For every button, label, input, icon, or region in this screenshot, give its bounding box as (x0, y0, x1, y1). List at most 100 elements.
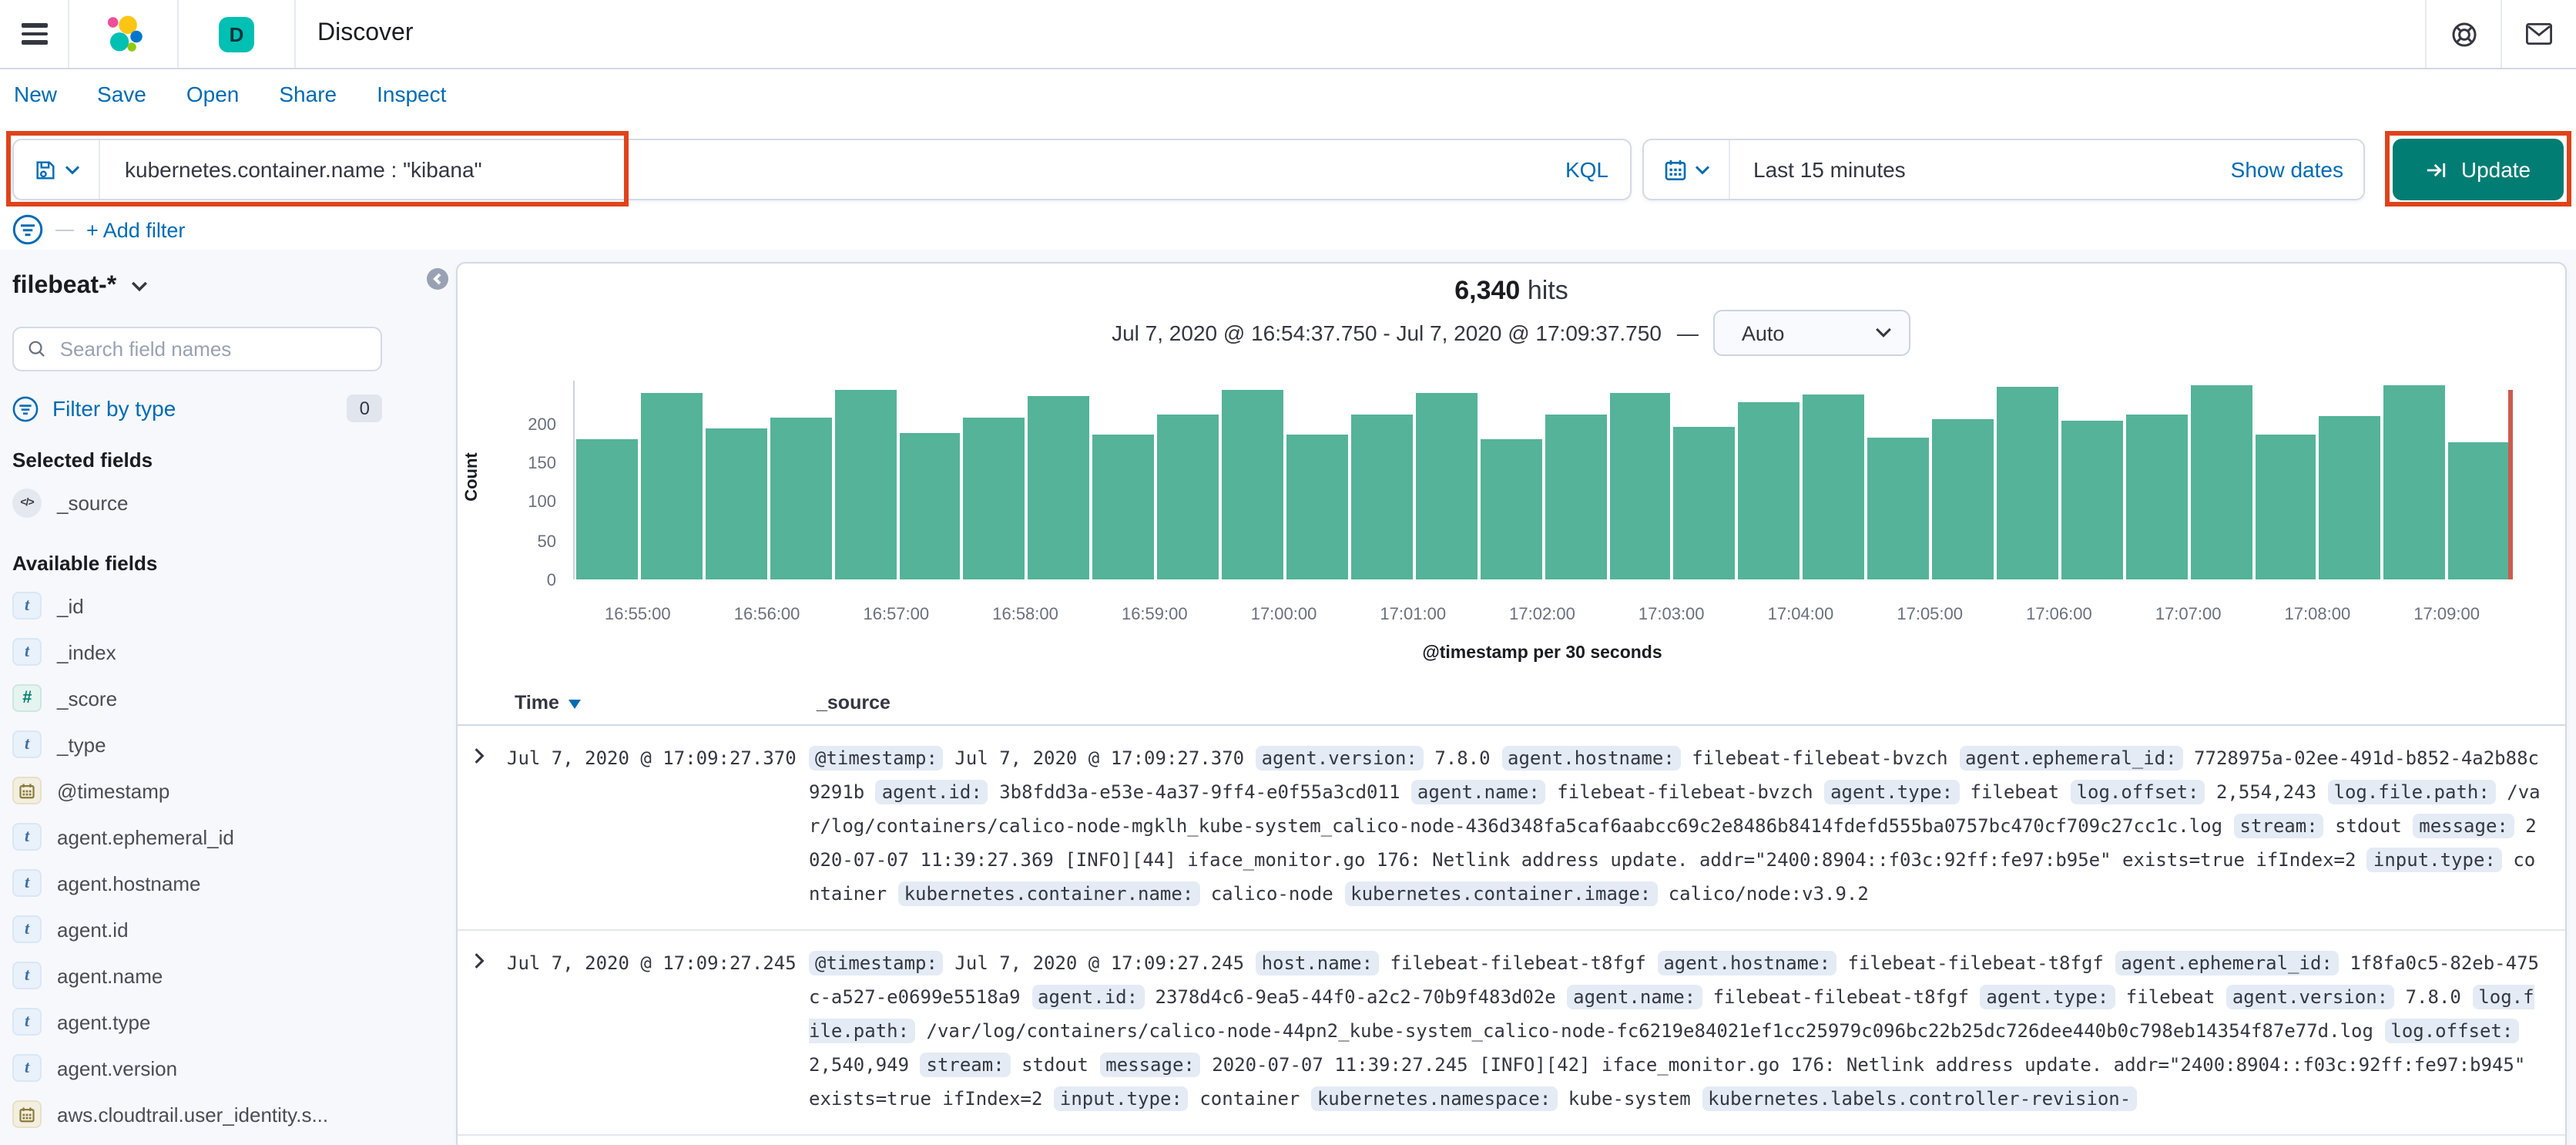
x-axis: 16:55:00 16:56:00 16:57:00 16:58:00 16:59:00… (573, 606, 2511, 627)
sort-desc-icon (568, 699, 581, 708)
string-field-icon: t (12, 730, 42, 758)
field-item-@timestamp[interactable]: @timestamp (12, 767, 438, 814)
histogram-bar (1480, 439, 1542, 579)
space-badge[interactable]: D (219, 16, 254, 52)
histogram-bar (1286, 435, 1348, 579)
field-item-aws.cloudtrail.user_identity.s...[interactable]: aws.cloudtrail.user_identity.s... (12, 1091, 438, 1137)
chevron-left-icon (433, 273, 441, 285)
number-field-icon: # (12, 684, 42, 712)
update-button[interactable]: Update (2393, 139, 2564, 200)
expand-row-button[interactable] (458, 946, 507, 1116)
field-item-agent.ephemeral_id[interactable]: t agent.ephemeral_id (12, 814, 438, 860)
field-item-_index[interactable]: t _index (12, 629, 438, 675)
filter-icon[interactable] (12, 214, 43, 245)
time-picker: Last 15 minutes Show dates (1642, 139, 2365, 200)
source-field-key: message: (2413, 814, 2514, 838)
selected-fields-list: </> _source (12, 479, 438, 525)
results-panel: 6,340 hits Jul 7, 2020 @ 16:54:37.750 - … (456, 262, 2567, 1145)
header-divider (177, 0, 179, 68)
fields-sidebar: filebeat-* Filter by type 0 Selected fie… (0, 250, 450, 1145)
time-range-value[interactable]: Last 15 minutes (1730, 157, 2231, 182)
filter-count-badge: 0 (347, 395, 382, 422)
x-tick-label: 17:07:00 (2155, 606, 2222, 624)
kibana-discover-app: D Discover New Save Open Share Inspect k… (0, 0, 2576, 1145)
elastic-logo[interactable] (69, 13, 177, 55)
field-item-_source[interactable]: </> _source (12, 479, 438, 525)
row-time: Jul 7, 2020 @ 17:09:27.370 (507, 747, 797, 769)
field-item-_type[interactable]: t _type (12, 721, 438, 767)
string-field-icon: t (12, 592, 42, 620)
nav-save[interactable]: Save (97, 82, 146, 106)
field-item-_id[interactable]: t _id (12, 583, 438, 629)
hits-count: 6,340 hits (1454, 276, 1568, 305)
search-input[interactable] (56, 336, 367, 362)
field-item-agent.name[interactable]: t agent.name (12, 952, 438, 999)
source-field-key: agent.version: (1255, 746, 1424, 771)
source-field-key: agent.hostname: (1501, 746, 1681, 771)
nav-new[interactable]: New (14, 82, 57, 106)
filter-by-type-row: Filter by type 0 (12, 395, 382, 422)
field-item-agent.version[interactable]: t agent.version (12, 1045, 438, 1091)
chevron-down-icon (64, 165, 79, 174)
source-field-key: kubernetes.labels.controller-revision- (1702, 1086, 2138, 1111)
chevron-down-icon (1694, 165, 1709, 174)
x-tick-label: 17:03:00 (1638, 606, 1705, 624)
query-input[interactable]: kubernetes.container.name : "kibana" (100, 157, 1565, 182)
interval-select[interactable]: Auto (1713, 310, 1911, 356)
table-header: Time _source (458, 690, 2565, 726)
collapse-sidebar-button[interactable] (427, 268, 448, 290)
field-item-agent.hostname[interactable]: t agent.hostname (12, 860, 438, 906)
histogram-bar (1545, 414, 1606, 579)
calendar-button[interactable] (1644, 140, 1730, 199)
filter-by-type-button[interactable]: Filter by type (52, 396, 334, 421)
x-tick-label: 17:06:00 (2026, 606, 2092, 624)
help-icon[interactable] (2427, 0, 2501, 68)
nav-inspect[interactable]: Inspect (377, 82, 446, 106)
save-query-button[interactable] (14, 140, 100, 199)
show-dates-button[interactable]: Show dates (2231, 157, 2363, 182)
field-item-agent.type[interactable]: t agent.type (12, 999, 438, 1045)
filter-bar: + Add filter (12, 213, 185, 247)
source-field-key: kubernetes.container.image: (1344, 881, 1658, 906)
query-language-button[interactable]: KQL (1565, 157, 1630, 182)
calendar-icon (1664, 159, 1685, 180)
source-field-key: agent.name: (1410, 780, 1546, 804)
y-tick-label: 100 (528, 493, 556, 512)
source-field-key: input.type: (1053, 1086, 1189, 1111)
y-tick-label: 0 (546, 572, 556, 590)
nav-share[interactable]: Share (279, 82, 337, 106)
expand-row-button[interactable] (458, 741, 507, 911)
histogram-bar (576, 438, 638, 579)
source-field-key: agent.version: (2225, 985, 2395, 1009)
content-area: filebeat-* Filter by type 0 Selected fie… (0, 250, 2576, 1145)
field-item-azure.auditlogs.properties.ac...[interactable]: azure.auditlogs.properties.ac... (12, 1137, 438, 1145)
histogram-bar (2383, 384, 2446, 579)
source-field-key: agent.type: (1980, 985, 2115, 1009)
newsfeed-icon[interactable] (2502, 0, 2576, 68)
available-fields-list: t _id t _index # _score t _type @timestamp t agent… (12, 583, 438, 1145)
x-tick-label: 17:08:00 (2284, 606, 2351, 624)
page-title: Discover (317, 20, 414, 46)
nav-links: New Save Open Share Inspect (14, 82, 446, 106)
field-search (12, 327, 382, 371)
histogram-bar (899, 432, 961, 579)
histogram-bar (2125, 414, 2188, 579)
string-field-icon: t (12, 1054, 42, 1082)
source-field-key: log.offset: (2070, 780, 2205, 804)
y-axis: 0 50 100 150 200 (458, 381, 556, 590)
index-pattern-select[interactable]: filebeat-* (12, 273, 438, 301)
column-header-time[interactable]: Time (515, 692, 581, 714)
string-field-icon: t (12, 962, 42, 989)
histogram-bar (1028, 396, 1090, 579)
source-field-key: log.file.path: (2327, 780, 2496, 804)
menu-icon[interactable] (0, 0, 68, 68)
field-item-_score[interactable]: # _score (12, 675, 438, 721)
nav-open[interactable]: Open (186, 82, 240, 106)
histogram-bars[interactable] (573, 381, 2511, 579)
current-time-marker (2508, 390, 2512, 579)
add-filter-button[interactable]: + Add filter (86, 218, 185, 241)
source-field-key: input.type: (2366, 848, 2502, 872)
histogram-bar (834, 389, 897, 579)
x-tick-label: 16:56:00 (733, 606, 800, 624)
field-item-agent.id[interactable]: t agent.id (12, 906, 438, 952)
